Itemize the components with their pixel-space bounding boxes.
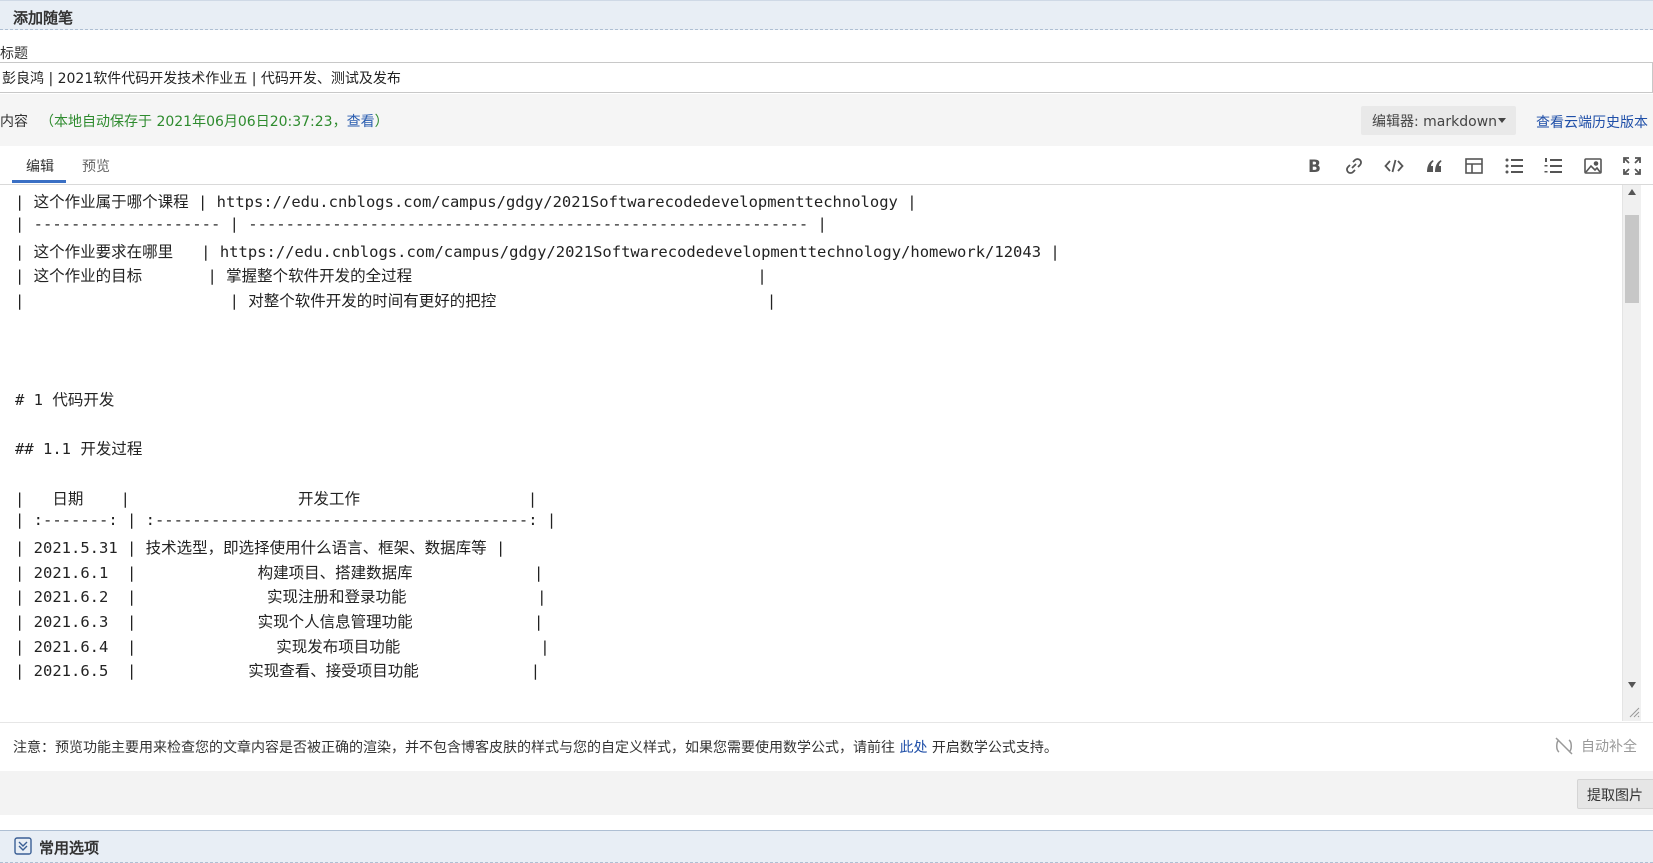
notice-text: 注意：预览功能主要用来检查您的文章内容是否被正确的渲染，并不包含博客皮肤的样式与… [13,740,1058,756]
link-icon[interactable] [1344,156,1364,176]
markdown-editor[interactable]: | 这个作业属于哪个课程 | https://edu.cnblogs.com/c… [0,185,1622,721]
page-title: 添加随笔 [13,9,74,27]
editor-type-select[interactable]: 编辑器: markdown [1361,106,1516,135]
tab-preview[interactable]: 预览 [82,156,110,176]
extract-images-button[interactable]: 提取图片 [1577,779,1653,809]
editor-line: | 2021.6.5 | 实现查看、接受项目功能 | [15,662,541,680]
scroll-up-arrow-icon[interactable] [1628,189,1636,195]
editor-line: | 2021.6.1 | 构建项目、搭建数据库 | [15,564,544,582]
editor-line: | 2021.6.4 | 实现发布项目功能 | [15,638,550,656]
collapse-toggle-icon[interactable] [14,837,32,855]
quote-icon[interactable] [1424,156,1444,176]
table-icon[interactable] [1464,156,1484,176]
editor-line: ## 1.1 开发过程 [15,440,143,458]
autocomplete-toggle-icon[interactable] [1553,735,1575,757]
scroll-down-arrow-icon[interactable] [1628,682,1636,688]
fullscreen-icon[interactable] [1622,156,1642,176]
editor-line: # 1 代码开发 [15,391,115,409]
autosave-status: （本地自动保存于 2021年06月06日20:37:23，查看） [40,114,389,130]
image-tools-row: 提取图片 [0,771,1653,815]
image-icon[interactable] [1583,156,1603,176]
active-tab-indicator [12,180,66,183]
editor-line: | 这个作业的目标 | 掌握整个软件开发的全过程 | [15,267,767,285]
resize-grip-icon[interactable] [1626,704,1640,718]
preview-notice: 注意：预览功能主要用来检查您的文章内容是否被正确的渲染，并不包含博客皮肤的样式与… [0,722,1653,772]
add-post-header: 添加随笔 [0,0,1653,30]
editor-line: | 2021.5.31 | 技术选型，即选择使用什么语言、框架、数据库等 | [15,539,506,557]
bullet-list-icon[interactable] [1504,156,1524,176]
common-options-title: 常用选项 [39,839,100,857]
tab-edit[interactable]: 编辑 [26,156,54,176]
editor-line: | -------------------- | ---------------… [15,215,827,233]
chevron-down-icon [1498,118,1506,123]
scroll-thumb[interactable] [1625,215,1639,303]
content-label: 内容 [0,114,28,130]
bold-icon[interactable]: B [1304,156,1324,177]
numbered-list-icon[interactable] [1543,156,1563,176]
editor-scrollbar[interactable] [1622,185,1641,721]
editor-line: | 这个作业属于哪个课程 | https://edu.cnblogs.com/c… [15,193,917,211]
common-options-header[interactable]: 常用选项 [0,830,1653,863]
code-icon[interactable] [1384,156,1404,176]
editor-line: | 2021.6.3 | 实现个人信息管理功能 | [15,613,544,631]
editor-line: | | 对整个软件开发的时间有更好的把控 | [15,292,777,310]
editor-line: | :-------: | :-------------------------… [15,511,557,529]
autocomplete-label[interactable]: 自动补全 [1581,736,1637,756]
title-input[interactable] [0,62,1653,93]
autosave-view-link[interactable]: 查看 [347,114,375,130]
editor-tab-row: 编辑 预览 B [0,146,1653,185]
svg-text:B: B [1308,157,1321,176]
math-support-link[interactable]: 此处 [899,740,927,756]
title-label: 标题 [0,46,28,62]
cloud-history-link[interactable]: 查看云端历史版本 [1536,112,1648,132]
editor-line: | 日期 | 开发工作 | [15,490,538,508]
editor-line: | 2021.6.2 | 实现注册和登录功能 | [15,588,547,606]
editor-line: | 这个作业要求在哪里 | https://edu.cnblogs.com/ca… [15,243,1060,261]
